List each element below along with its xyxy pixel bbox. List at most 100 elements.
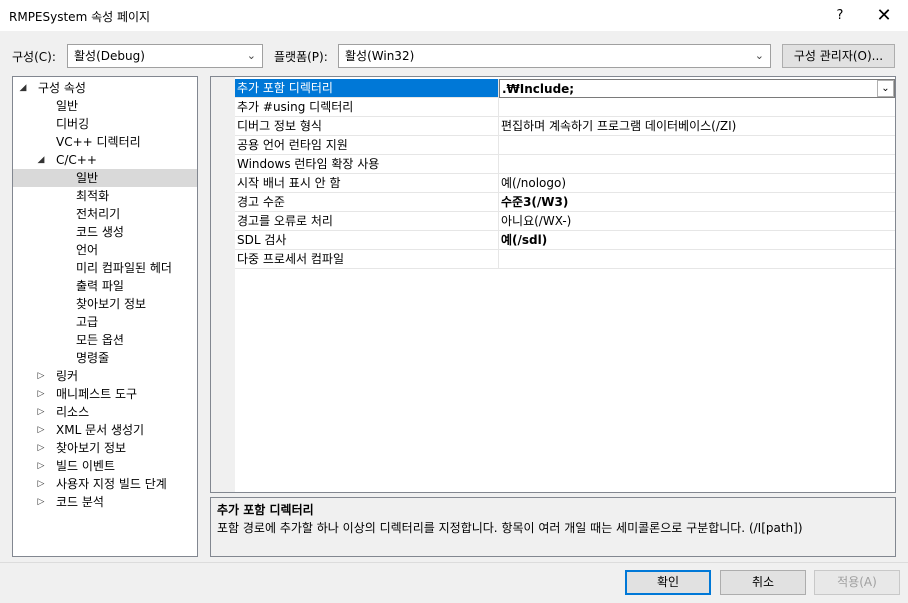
tree-item[interactable]: 언어 [13, 241, 197, 259]
expand-arrow-icon[interactable]: ▷ [35, 403, 47, 421]
property-name[interactable]: 추가 포함 디렉터리 [235, 79, 499, 98]
description-panel: 추가 포함 디렉터리 포함 경로에 추가할 하나 이상의 디렉터리를 지정합니다… [210, 497, 896, 557]
tree-item[interactable]: 일반 [13, 169, 197, 187]
config-value: 활성(Debug) [74, 49, 145, 63]
tree-item-label: 찾아보기 정보 [76, 297, 147, 311]
tree-item[interactable]: ◢ 구성 속성 [13, 79, 197, 97]
tree-item[interactable]: ▷ 코드 분석 [13, 493, 197, 511]
description-title: 추가 포함 디렉터리 [217, 503, 314, 517]
property-value[interactable] [499, 155, 895, 174]
property-name[interactable]: 시작 배너 표시 안 함 [235, 174, 499, 193]
property-row[interactable]: SDL 검사 예(/sdl) [211, 231, 895, 250]
expand-arrow-icon[interactable]: ▷ [35, 493, 47, 511]
property-value[interactable]: 수준3(/W3) [499, 193, 895, 212]
property-value[interactable]: 예(/sdl) [499, 231, 895, 250]
property-tree[interactable]: ◢ 구성 속성 일반 디버깅 VC++ 디렉터리 ◢ C/C++ 일반 최적화 전처리기 코드 생성… [12, 76, 198, 557]
tree-item[interactable]: ▷ 찾아보기 정보 [13, 439, 197, 457]
tree-item[interactable]: 모든 옵션 [13, 331, 197, 349]
property-value[interactable] [499, 98, 895, 117]
platform-select[interactable]: 활성(Win32) ⌄ [338, 44, 771, 68]
title-bar: RMPESystem 속성 페이지 ? ✕ [0, 0, 908, 32]
property-value[interactable] [499, 250, 895, 269]
tree-item-label: 사용자 지정 빌드 단계 [56, 477, 167, 491]
expand-arrow-icon[interactable]: ▷ [35, 385, 47, 403]
tree-item[interactable]: 찾아보기 정보 [13, 295, 197, 313]
tree-item[interactable]: 일반 [13, 97, 197, 115]
expand-arrow-icon[interactable]: ▷ [35, 439, 47, 457]
expand-arrow-icon[interactable]: ▷ [35, 457, 47, 475]
tree-item-label: 명령줄 [76, 351, 110, 365]
tree-item-label: 코드 분석 [56, 495, 104, 509]
property-value[interactable]: 편집하며 계속하기 프로그램 데이터베이스(/ZI) [499, 117, 895, 136]
property-row[interactable]: Windows 런타임 확장 사용 [211, 155, 895, 174]
property-row[interactable]: 경고를 오류로 처리 아니요(/WX-) [211, 212, 895, 231]
tree-item[interactable]: ▷ 매니페스트 도구 [13, 385, 197, 403]
tree-item[interactable]: VC++ 디렉터리 [13, 133, 197, 151]
property-value[interactable]: 아니요(/WX-) [499, 212, 895, 231]
property-row[interactable]: 추가 #using 디렉터리 [211, 98, 895, 117]
tree-item-label: 일반 [56, 99, 79, 113]
tree-item-label: 고급 [76, 315, 99, 329]
close-button[interactable]: ✕ [866, 3, 902, 29]
tree-item-label: 디버깅 [56, 117, 90, 131]
apply-button[interactable]: 적용(A) [814, 570, 900, 595]
tree-item[interactable]: 명령줄 [13, 349, 197, 367]
tree-item[interactable]: ▷ 빌드 이벤트 [13, 457, 197, 475]
collapse-arrow-icon[interactable]: ◢ [17, 79, 29, 97]
platform-label: 플랫폼(P): [274, 50, 328, 64]
expand-arrow-icon[interactable]: ▷ [35, 475, 47, 493]
config-manager-button[interactable]: 구성 관리자(O)... [782, 44, 895, 68]
property-name[interactable]: 공용 언어 런타임 지원 [235, 136, 499, 155]
property-name[interactable]: 경고를 오류로 처리 [235, 212, 499, 231]
tree-item[interactable]: ▷ 사용자 지정 빌드 단계 [13, 475, 197, 493]
property-value[interactable] [499, 136, 895, 155]
ok-button[interactable]: 확인 [625, 570, 711, 595]
window-title: RMPESystem 속성 페이지 [9, 10, 151, 24]
chevron-down-icon: ⌄ [754, 49, 764, 62]
collapse-arrow-icon[interactable]: ◢ [35, 151, 47, 169]
property-name[interactable]: 다중 프로세서 컴파일 [235, 250, 499, 269]
tree-item-label: 전처리기 [76, 207, 121, 221]
property-row[interactable]: 경고 수준 수준3(/W3) [211, 193, 895, 212]
tree-item-label: XML 문서 생성기 [56, 423, 145, 437]
property-value[interactable]: .₩Include; [499, 79, 895, 98]
tree-item[interactable]: 코드 생성 [13, 223, 197, 241]
tree-item-label: 빌드 이벤트 [56, 459, 116, 473]
expand-arrow-icon[interactable]: ▷ [35, 367, 47, 385]
config-select[interactable]: 활성(Debug) ⌄ [67, 44, 263, 68]
tree-item[interactable]: 전처리기 [13, 205, 197, 223]
tree-item[interactable]: ◢ C/C++ [13, 151, 197, 169]
tree-item[interactable]: 최적화 [13, 187, 197, 205]
property-name[interactable]: Windows 런타임 확장 사용 [235, 155, 499, 174]
value-dropdown-button[interactable]: ⌄ [877, 80, 894, 97]
property-name[interactable]: 디버그 정보 형식 [235, 117, 499, 136]
tree-item-label: 미리 컴파일된 헤더 [76, 261, 172, 275]
tree-item[interactable]: 출력 파일 [13, 277, 197, 295]
property-row[interactable]: 다중 프로세서 컴파일 [211, 250, 895, 269]
tree-item-label: 모든 옵션 [76, 333, 124, 347]
tree-item[interactable]: ▷ 리소스 [13, 403, 197, 421]
tree-item[interactable]: 고급 [13, 313, 197, 331]
property-row[interactable]: 디버그 정보 형식 편집하며 계속하기 프로그램 데이터베이스(/ZI) [211, 117, 895, 136]
property-row[interactable]: 공용 언어 런타임 지원 [211, 136, 895, 155]
property-grid[interactable]: 추가 포함 디렉터리 .₩Include; ⌄ 추가 #using 디렉터리 디버그 정… [210, 76, 896, 493]
expand-arrow-icon[interactable]: ▷ [35, 421, 47, 439]
help-button[interactable]: ? [826, 3, 854, 29]
property-row[interactable]: 추가 포함 디렉터리 .₩Include; ⌄ [211, 79, 895, 98]
tree-item[interactable]: 미리 컴파일된 헤더 [13, 259, 197, 277]
tree-item-label: 매니페스트 도구 [56, 387, 138, 401]
platform-value: 활성(Win32) [345, 49, 415, 63]
property-name[interactable]: SDL 검사 [235, 231, 499, 250]
cancel-button[interactable]: 취소 [720, 570, 806, 595]
chevron-down-icon: ⌄ [246, 49, 256, 62]
tree-item[interactable]: ▷ 링커 [13, 367, 197, 385]
tree-item[interactable]: ▷ XML 문서 생성기 [13, 421, 197, 439]
chevron-down-icon: ⌄ [881, 83, 890, 94]
property-name[interactable]: 경고 수준 [235, 193, 499, 212]
footer-divider [0, 562, 908, 563]
property-value[interactable]: 예(/nologo) [499, 174, 895, 193]
tree-item-label: VC++ 디렉터리 [56, 135, 141, 149]
property-row[interactable]: 시작 배너 표시 안 함 예(/nologo) [211, 174, 895, 193]
property-name[interactable]: 추가 #using 디렉터리 [235, 98, 499, 117]
tree-item[interactable]: 디버깅 [13, 115, 197, 133]
